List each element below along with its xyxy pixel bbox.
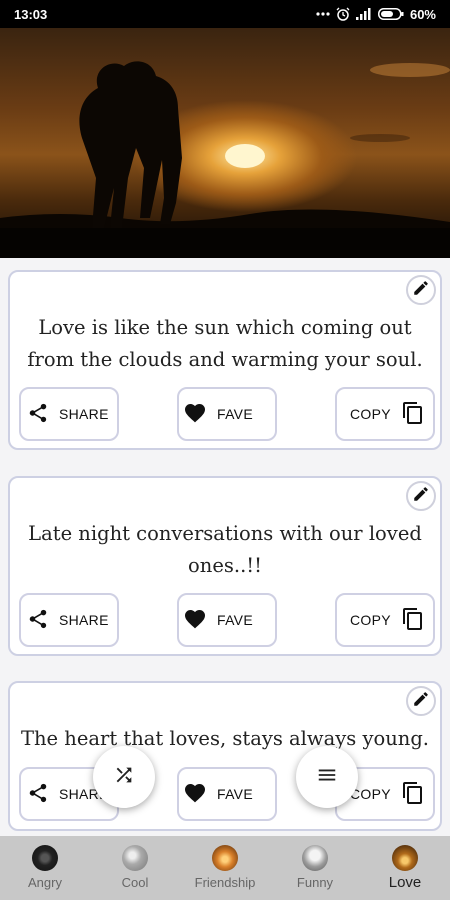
funny-thumbnail <box>302 845 328 871</box>
share-label: SHARE <box>59 612 109 628</box>
copy-label: COPY <box>350 612 391 628</box>
nav-label: Love <box>388 874 422 891</box>
copy-label: COPY <box>350 786 391 802</box>
battery-percent: 60% <box>409 6 436 22</box>
quote-card: Love is like the sun which coming out fr… <box>8 270 442 450</box>
share-button[interactable]: SHARE <box>19 593 119 647</box>
copy-button[interactable]: COPY <box>335 387 435 441</box>
hero-image <box>0 28 450 258</box>
fave-label: FAVE <box>217 406 253 422</box>
copy-button[interactable]: COPY <box>335 593 435 647</box>
heart-icon <box>183 607 207 634</box>
copy-icon <box>401 607 425 634</box>
share-label: SHARE <box>59 406 109 422</box>
share-icon <box>27 402 49 427</box>
quote-text: Love is like the sun which coming out fr… <box>27 316 423 371</box>
nav-label: Cool <box>121 875 149 890</box>
fave-label: FAVE <box>217 786 253 802</box>
heart-icon <box>183 401 207 428</box>
share-icon <box>27 608 49 633</box>
bottom-navigation: Angry Cool Friendship Funny Love <box>0 836 450 900</box>
status-icons: 60% <box>316 7 436 22</box>
quote-text: The heart that loves, stays always young… <box>20 727 430 750</box>
quote-card: Late night conversations with our loved … <box>8 476 442 656</box>
menu-icon <box>316 764 338 791</box>
battery-icon <box>377 8 404 20</box>
angry-thumbnail <box>32 845 58 871</box>
more-dots-icon <box>316 11 330 17</box>
nav-item-friendship[interactable]: Friendship <box>180 836 270 900</box>
status-bar: 13:03 60% <box>0 0 450 28</box>
nav-label: Friendship <box>194 875 256 890</box>
fave-button[interactable]: FAVE <box>177 593 277 647</box>
quote-text: Late night conversations with our loved … <box>28 522 422 577</box>
share-icon <box>27 782 49 807</box>
alarm-icon <box>336 7 350 21</box>
pencil-icon <box>412 279 430 302</box>
love-thumbnail <box>392 845 418 871</box>
share-button[interactable]: SHARE <box>19 387 119 441</box>
pencil-icon <box>412 485 430 508</box>
heart-icon <box>183 781 207 808</box>
copy-label: COPY <box>350 406 391 422</box>
nav-label: Angry <box>28 875 62 890</box>
copy-icon <box>401 401 425 428</box>
edit-button[interactable] <box>406 686 436 716</box>
nav-label: Funny <box>296 875 334 890</box>
shuffle-button[interactable] <box>93 746 155 808</box>
cool-thumbnail <box>122 845 148 871</box>
nav-item-love[interactable]: Love <box>360 836 450 900</box>
edit-button[interactable] <box>406 481 436 511</box>
fave-button[interactable]: FAVE <box>177 767 277 821</box>
fave-button[interactable]: FAVE <box>177 387 277 441</box>
nav-item-cool[interactable]: Cool <box>90 836 180 900</box>
friendship-thumbnail <box>212 845 238 871</box>
quote-card: The heart that loves, stays always young… <box>8 681 442 831</box>
copy-icon <box>401 781 425 808</box>
shuffle-icon <box>113 764 135 791</box>
fave-label: FAVE <box>217 612 253 628</box>
status-time: 13:03 <box>14 6 48 22</box>
nav-item-angry[interactable]: Angry <box>0 836 90 900</box>
nav-item-funny[interactable]: Funny <box>270 836 360 900</box>
menu-button[interactable] <box>296 746 358 808</box>
signal-icon <box>355 8 372 20</box>
pencil-icon <box>412 690 430 713</box>
edit-button[interactable] <box>406 275 436 305</box>
